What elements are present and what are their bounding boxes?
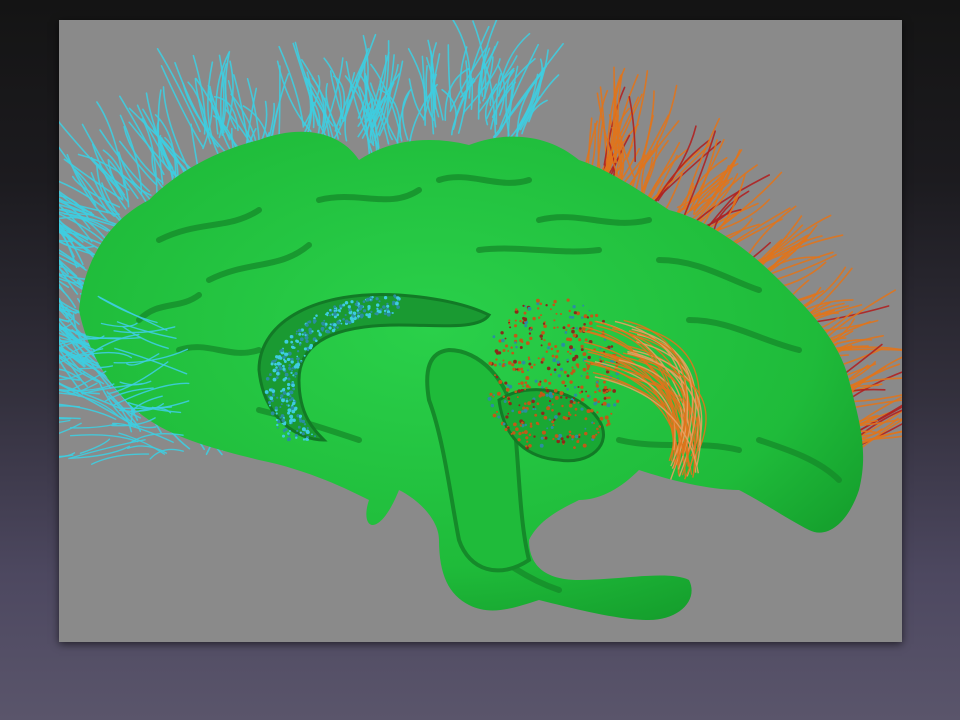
brain-render-svg xyxy=(59,20,902,620)
brain-render-viewport xyxy=(59,20,902,642)
